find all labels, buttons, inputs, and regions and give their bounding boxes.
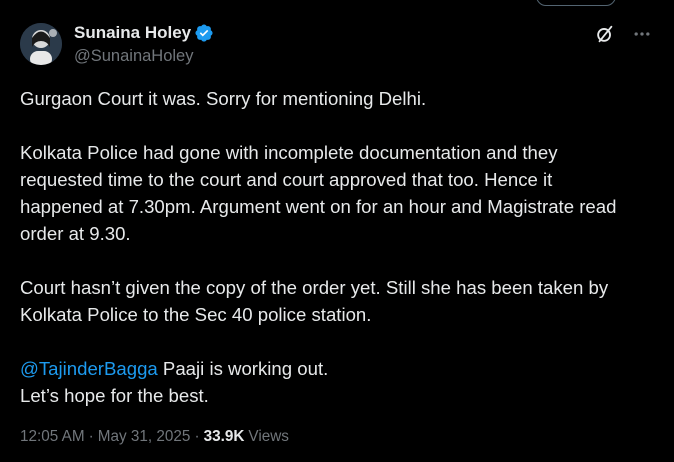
user-info: Sunaina Holey @SunainaHoley: [74, 22, 214, 66]
mention-suffix: Paaji is working out.: [157, 358, 329, 379]
tweet-line: happened at 7.30pm. Argument went on for…: [20, 196, 617, 217]
tweet-line: Let’s hope for the best.: [20, 385, 209, 406]
tweet-text: Gurgaon Court it was. Sorry for mentioni…: [20, 85, 660, 409]
display-name[interactable]: Sunaina Holey: [74, 23, 191, 43]
tweet-meta: 12:05 AM · May 31, 2025 · 33.9K Views: [20, 428, 289, 446]
timestamp-time[interactable]: 12:05 AM: [20, 428, 85, 446]
meta-separator: ·: [88, 428, 94, 445]
verified-badge-icon: [194, 23, 214, 43]
tweet-line: Gurgaon Court it was. Sorry for mentioni…: [20, 88, 427, 109]
timestamp-date[interactable]: May 31, 2025: [98, 428, 191, 446]
views-count[interactable]: 33.9K: [204, 428, 245, 446]
name-row: Sunaina Holey: [74, 22, 214, 44]
more-horizontal-icon[interactable]: [632, 24, 652, 44]
meta-separator: ·: [194, 428, 200, 445]
tweet-line: @TajinderBagga Paaji is working out.: [20, 355, 660, 382]
profile-photo-icon: [20, 23, 62, 65]
handle[interactable]: @SunainaHoley: [74, 47, 214, 66]
tweet: Sunaina Holey @SunainaHoley Gurgaon Cour…: [0, 0, 674, 462]
tweet-header: Sunaina Holey @SunainaHoley: [20, 20, 660, 68]
views-label: Views: [248, 428, 289, 445]
tweet-line: Court hasn’t given the copy of the order…: [20, 277, 609, 298]
tweet-line: Kolkata Police to the Sec 40 police stat…: [20, 304, 372, 325]
header-actions: [594, 23, 652, 45]
tweet-line: Kolkata Police had gone with incomplete …: [20, 142, 558, 163]
tweet-line: requested time to the court and court ap…: [20, 169, 553, 190]
mention-link[interactable]: @TajinderBagga: [20, 358, 158, 379]
avatar[interactable]: [20, 23, 62, 65]
grok-icon[interactable]: [594, 23, 616, 45]
tweet-line: order at 9.30.: [20, 223, 131, 244]
